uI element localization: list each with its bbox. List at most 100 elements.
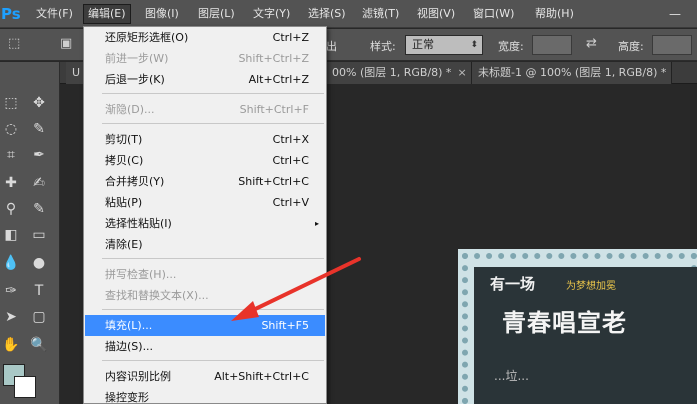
menu-item-label: 后退一步(K) (105, 73, 165, 86)
menu-item-label: 渐隐(D)... (105, 103, 155, 116)
document-text-title: 青春唱宣老 (502, 308, 627, 337)
path-select-icon[interactable]: ➤ (0, 306, 22, 328)
submenu-arrow-icon: ▸ (314, 219, 319, 228)
tab-label: 未标题-1 @ 100% (图层 1, RGB/8) * (478, 66, 667, 79)
crop-tool-icon[interactable]: ⌗ (0, 144, 22, 166)
clone-stamp-icon[interactable]: ⚲ (0, 198, 22, 220)
document-text-line1: 有一场 (490, 275, 536, 293)
menu-item-shortcut: Ctrl+X (272, 133, 309, 146)
healing-brush-icon[interactable]: ✚ (0, 172, 22, 194)
document-canvas[interactable]: 有一场 为梦想加冕 青春唱宣老 ...垃... (458, 249, 697, 404)
menu-item-undo-marquee[interactable]: 还原矩形选框(O) Ctrl+Z (85, 27, 325, 48)
background-color-swatch[interactable] (14, 376, 36, 398)
type-tool-icon[interactable]: T (28, 280, 50, 302)
menu-filter[interactable]: 滤镜(T) (358, 4, 403, 24)
shape-tool-icon[interactable]: ▢ (28, 306, 50, 328)
lasso-tool-icon[interactable]: ◌ (0, 118, 22, 140)
menu-file[interactable]: 文件(F) (32, 4, 77, 24)
history-brush-icon[interactable]: ✎ (28, 198, 50, 220)
menu-item-label: 描边(S)... (105, 340, 154, 353)
new-selection-icon[interactable]: ▣ (60, 36, 72, 51)
menu-view[interactable]: 视图(V) (413, 4, 459, 24)
menu-item-stroke[interactable]: 描边(S)... (85, 336, 325, 357)
tab-document-2[interactable]: 00% (图层 1, RGB/8) * × (326, 62, 472, 84)
move-tool-icon[interactable]: ✥ (28, 92, 50, 114)
menu-item-label: 填充(L)... (105, 319, 153, 332)
menu-item-shortcut: Alt+Shift+Ctrl+C (214, 370, 309, 383)
marquee-tool-icon[interactable]: ⬚ (0, 92, 22, 114)
menu-item-label: 拷贝(C) (105, 154, 144, 167)
menu-item-label: 查找和替换文本(X)... (105, 289, 209, 302)
menu-item-step-forward[interactable]: 前进一步(W) Shift+Ctrl+Z (85, 48, 325, 69)
eyedropper-icon[interactable]: ✒ (28, 144, 50, 166)
tab-label: 00% (图层 1, RGB/8) * (332, 66, 452, 79)
menu-item-content-aware-scale[interactable]: 内容识别比例 Alt+Shift+Ctrl+C (85, 366, 325, 387)
menu-item-copy-merged[interactable]: 合并拷贝(Y) Shift+Ctrl+C (85, 171, 325, 192)
menu-item-paste-special[interactable]: 选择性粘贴(I) ▸ (85, 213, 325, 234)
height-label: 高度: (618, 40, 644, 53)
annotation-arrow-icon (231, 257, 361, 321)
menu-edit[interactable]: 编辑(E) (83, 4, 131, 24)
menu-item-copy[interactable]: 拷贝(C) Ctrl+C (85, 150, 325, 171)
menu-select[interactable]: 选择(S) (304, 4, 350, 24)
menu-window[interactable]: 窗口(W) (469, 4, 518, 24)
document-text-tag: 为梦想加冕 (566, 281, 616, 292)
menu-item-label: 还原矩形选框(O) (105, 31, 189, 44)
eraser-tool-icon[interactable]: ◧ (0, 224, 22, 246)
zoom-tool-icon[interactable]: 🔍 (28, 334, 50, 356)
quick-select-icon[interactable]: ✎ (28, 118, 50, 140)
menu-help[interactable]: 帮助(H) (531, 4, 578, 24)
menu-item-shortcut: Ctrl+V (272, 196, 309, 209)
menu-item-label: 拼写检查(H)... (105, 268, 177, 281)
menu-item-label: 合并拷贝(Y) (105, 175, 165, 188)
width-label: 宽度: (498, 40, 524, 53)
tools-panel: ⬚ ✥ ◌ ✎ ⌗ ✒ ✚ ✍ ⚲ ✎ ◧ ▭ 💧 ● ✑ T ➤ ▢ ✋ 🔍 (0, 62, 60, 404)
tab-document-3[interactable]: 未标题-1 @ 100% (图层 1, RGB/8) *× (472, 62, 672, 84)
tab-label: U (72, 66, 81, 79)
menu-item-label: 内容识别比例 (105, 370, 171, 383)
options-partial-text: 出 (326, 40, 337, 53)
menu-separator (102, 93, 324, 94)
menu-item-cut[interactable]: 剪切(T) Ctrl+X (85, 129, 325, 150)
menu-item-paste[interactable]: 粘贴(P) Ctrl+V (85, 192, 325, 213)
photoshop-logo: Ps (1, 5, 20, 23)
menu-item-label: 选择性粘贴(I) (105, 217, 172, 230)
menu-layer[interactable]: 图层(L) (194, 4, 239, 24)
width-input[interactable] (532, 35, 572, 55)
menu-item-label: 操控变形 (105, 391, 149, 404)
hand-tool-icon[interactable]: ✋ (0, 334, 22, 356)
close-icon[interactable]: × (457, 66, 466, 79)
menu-item-step-backward[interactable]: 后退一步(K) Alt+Ctrl+Z (85, 69, 325, 90)
menu-separator (102, 360, 324, 361)
menu-item-shortcut: Alt+Ctrl+Z (248, 73, 309, 86)
marquee-options-icon[interactable]: ⬚ (8, 36, 20, 51)
menu-item-shortcut: Shift+Ctrl+Z (238, 52, 309, 65)
style-select-value: 正常 (412, 38, 434, 51)
style-label: 样式: (370, 40, 396, 53)
menu-item-clear[interactable]: 清除(E) (85, 234, 325, 255)
swap-dimensions-icon[interactable]: ⇄ (586, 36, 597, 51)
minimize-button[interactable]: — (664, 4, 686, 24)
menu-item-fade[interactable]: 渐隐(D)... Shift+Ctrl+F (85, 99, 325, 120)
document-text-line3: ...垃... (494, 369, 529, 383)
pen-tool-icon[interactable]: ✑ (0, 280, 22, 302)
style-select[interactable]: 正常 ⬍ (405, 35, 483, 55)
gradient-tool-icon[interactable]: ▭ (28, 224, 50, 246)
menu-type[interactable]: 文字(Y) (249, 4, 294, 24)
edit-menu-dropdown: 还原矩形选框(O) Ctrl+Z 前进一步(W) Shift+Ctrl+Z 后退… (83, 26, 327, 404)
document-content: 有一场 为梦想加冕 青春唱宣老 ...垃... (474, 267, 697, 404)
menu-item-label: 剪切(T) (105, 133, 143, 146)
menu-item-puppet-warp[interactable]: 操控变形 (85, 387, 325, 404)
menu-bar: Ps 文件(F) 编辑(E) 图像(I) 图层(L) 文字(Y) 选择(S) 滤… (0, 0, 697, 28)
menu-item-label: 前进一步(W) (105, 52, 169, 65)
select-arrows-icon: ⬍ (470, 40, 478, 50)
menu-item-shortcut: Shift+Ctrl+F (239, 103, 309, 116)
menu-image[interactable]: 图像(I) (141, 4, 183, 24)
menu-item-label: 清除(E) (105, 238, 143, 251)
dodge-tool-icon[interactable]: ● (28, 252, 50, 274)
blur-tool-icon[interactable]: 💧 (0, 252, 22, 274)
menu-item-shortcut: Ctrl+Z (272, 31, 309, 44)
brush-tool-icon[interactable]: ✍ (28, 172, 50, 194)
menu-item-shortcut: Ctrl+C (272, 154, 309, 167)
height-input[interactable] (652, 35, 692, 55)
